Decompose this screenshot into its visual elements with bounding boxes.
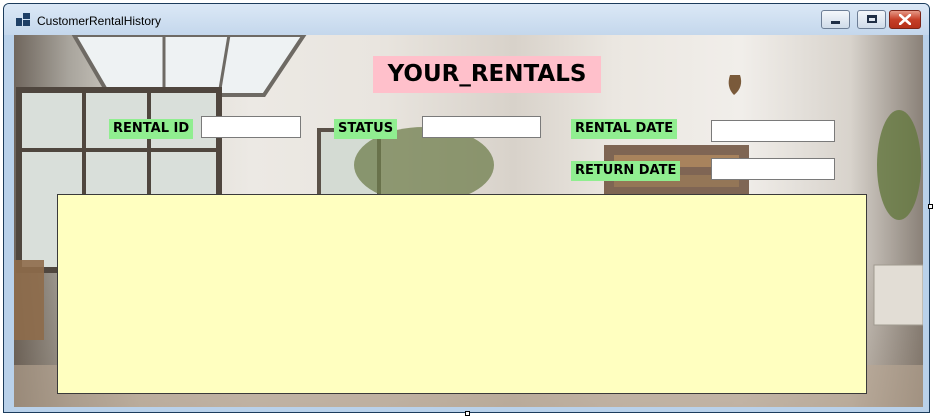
- close-icon: [899, 14, 911, 25]
- app-icon: [16, 13, 30, 26]
- rental-date-input[interactable]: [711, 120, 835, 142]
- rental-id-label: RENTAL ID: [109, 119, 194, 139]
- status-label: STATUS: [334, 119, 398, 139]
- form-client-area: YOUR_RENTALS RENTAL ID STATUS RENTAL DAT…: [14, 35, 923, 407]
- rentals-data-grid[interactable]: [57, 194, 867, 394]
- maximize-button[interactable]: [857, 10, 886, 29]
- return-date-label: RETURN DATE: [571, 161, 681, 181]
- maximize-icon: [867, 15, 877, 23]
- page-title: YOUR_RENTALS: [373, 56, 601, 93]
- resize-grip-bottom[interactable]: [465, 411, 470, 416]
- app-window: CustomerRentalHistory YOUR_RENTALS RENTA…: [3, 3, 930, 413]
- title-bar[interactable]: CustomerRentalHistory: [4, 4, 929, 35]
- minimize-button[interactable]: [821, 10, 850, 29]
- minimize-icon: [831, 21, 840, 24]
- resize-grip-right[interactable]: [928, 204, 933, 209]
- close-button[interactable]: [889, 10, 921, 29]
- return-date-input[interactable]: [711, 158, 835, 180]
- window-title: CustomerRentalHistory: [37, 14, 162, 28]
- rental-date-label: RENTAL DATE: [571, 119, 678, 139]
- status-input[interactable]: [422, 116, 541, 138]
- rental-id-input[interactable]: [201, 116, 301, 138]
